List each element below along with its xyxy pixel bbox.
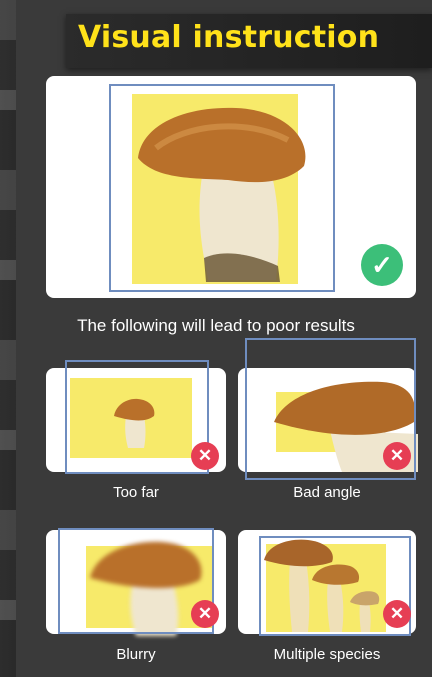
good-example-card: ✓ bbox=[46, 76, 416, 298]
cross-icon: ✕ bbox=[383, 442, 411, 470]
check-icon: ✓ bbox=[361, 244, 403, 286]
example-card-too-far: ✕ bbox=[46, 360, 226, 474]
example-card-bad-angle: ✕ bbox=[238, 338, 418, 480]
label-multiple-species: Multiple species bbox=[273, 646, 381, 663]
page-title: Visual instruction bbox=[78, 20, 380, 55]
cross-icon: ✕ bbox=[191, 600, 219, 628]
label-too-far: Too far bbox=[113, 484, 159, 501]
example-card-multiple-species: ✕ bbox=[238, 530, 416, 636]
warning-text: The following will lead to poor results bbox=[77, 316, 355, 335]
label-bad-angle: Bad angle bbox=[293, 484, 361, 501]
example-card-blurry: ✕ bbox=[46, 528, 226, 636]
focus-frame bbox=[58, 528, 214, 634]
cross-icon: ✕ bbox=[383, 600, 411, 628]
focus-frame bbox=[109, 84, 335, 292]
label-blurry: Blurry bbox=[116, 646, 156, 663]
focus-frame bbox=[65, 360, 209, 474]
cross-icon: ✕ bbox=[191, 442, 219, 470]
background-edge bbox=[0, 0, 16, 677]
